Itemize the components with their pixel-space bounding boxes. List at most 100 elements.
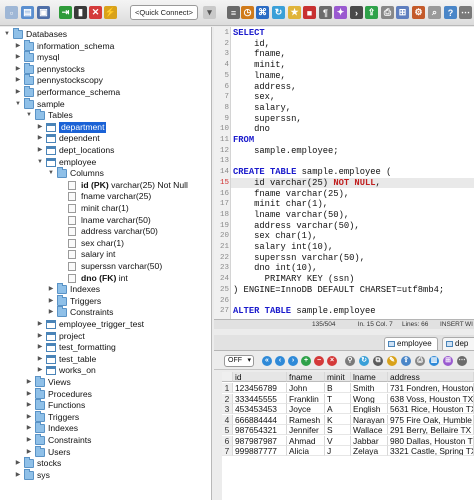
tree-item[interactable]: ▶ works_on (0, 365, 211, 376)
collapsed-arrow-icon[interactable]: ▶ (25, 448, 33, 456)
collapsed-arrow-icon[interactable]: ▶ (14, 76, 22, 84)
dropdown-arrow-icon[interactable]: ▾ (203, 6, 216, 19)
collapsed-arrow-icon[interactable]: ▶ (36, 332, 44, 340)
export-grid-icon[interactable]: ⇪ (401, 356, 411, 366)
grid-cell[interactable]: 123456789 (233, 383, 287, 393)
tree-item[interactable]: lname varchar(50) (0, 215, 211, 226)
connect-icon[interactable]: ⇥ (59, 6, 72, 19)
tree-item[interactable]: ▼ employee (0, 157, 211, 168)
collapsed-arrow-icon[interactable]: ▶ (14, 42, 22, 50)
sql-editor[interactable]: 1 2 3 4 5 6 7 8 9 10 11 12 13 14 15 16 17 18 19 20 21 22 23 24 2… (214, 27, 474, 319)
tree-item[interactable]: ▼ Databases (0, 28, 211, 40)
tab-employee[interactable]: employee (384, 337, 438, 350)
code-line[interactable]: salary int(10), (233, 242, 333, 253)
code-line[interactable]: address varchar(50), (233, 221, 360, 232)
collapsed-arrow-icon[interactable]: ▶ (25, 424, 33, 432)
column-header[interactable]: address (388, 372, 474, 382)
tree-item[interactable]: ▼ Tables (0, 109, 211, 121)
refresh-icon[interactable]: ↻ (272, 6, 285, 19)
tree-item[interactable]: ▼ sample (0, 97, 211, 110)
code-line[interactable]: fname, (233, 49, 286, 60)
expanded-arrow-icon[interactable]: ▼ (14, 100, 22, 108)
collapsed-arrow-icon[interactable]: ▶ (47, 285, 55, 293)
code-line[interactable]: salary, (233, 103, 291, 114)
expanded-arrow-icon[interactable]: ▼ (3, 30, 11, 38)
collapsed-arrow-icon[interactable]: ▶ (14, 53, 22, 61)
grid-cell[interactable]: 666884444 (233, 414, 287, 425)
code-line[interactable]: superssn varchar(50), (233, 253, 365, 264)
tree-item[interactable]: ▶ Constraints (0, 306, 211, 318)
grid-cell[interactable]: S (325, 425, 351, 435)
column-header[interactable]: fname (287, 372, 325, 382)
tree-item[interactable]: ▶ Triggers (0, 410, 211, 423)
grid-cell[interactable]: 987654321 (233, 425, 287, 435)
grid-cell[interactable]: Narayan (351, 414, 388, 425)
results-grid[interactable]: id fname minit lname address 1 123456789 John B S… (222, 372, 474, 500)
grid-cell[interactable]: Jabbar (351, 435, 388, 446)
grid-corner[interactable] (222, 372, 233, 382)
code-line[interactable]: address, (233, 82, 296, 93)
code-line[interactable]: sex, (233, 92, 275, 103)
collapsed-arrow-icon[interactable]: ▶ (25, 436, 33, 444)
tree-item[interactable]: ▶ Constraints (0, 434, 211, 446)
collapsed-arrow-icon[interactable]: ▶ (36, 123, 44, 131)
collapsed-arrow-icon[interactable]: ▶ (47, 308, 55, 316)
code-line[interactable]: PRIMARY KEY (ssn) (233, 274, 355, 285)
tree-item[interactable]: salary int (0, 249, 211, 260)
code-line[interactable]: fname varchar(25), (233, 189, 349, 200)
tab-dep[interactable]: dep (442, 337, 474, 350)
collapsed-arrow-icon[interactable]: ▶ (14, 471, 22, 479)
column-header[interactable]: lname (351, 372, 388, 382)
tree-item[interactable]: id (PK) varchar(25) Not Null (0, 180, 211, 191)
tree-item[interactable]: ▶ department (0, 121, 211, 133)
collapsed-arrow-icon[interactable]: ▶ (25, 390, 33, 398)
execute-icon[interactable]: ⚡ (104, 6, 117, 19)
code-line[interactable]: ALTER TABLE sample.employee (233, 306, 376, 317)
tree-item[interactable]: ▶ Indexes (0, 422, 211, 434)
copy-icon[interactable]: ⧉ (373, 356, 383, 366)
grid-cell[interactable]: T (325, 393, 351, 404)
collapsed-arrow-icon[interactable]: ▶ (47, 297, 55, 305)
grid-cell[interactable]: Joyce (287, 404, 325, 414)
format-select[interactable]: OFF ▾ (224, 355, 254, 367)
bookmark-icon[interactable]: ★ (288, 6, 301, 19)
more-icon[interactable]: ⋯ (457, 356, 467, 366)
pivot-icon[interactable]: ⊞ (443, 356, 453, 366)
grid-cell[interactable]: 453453453 (233, 404, 287, 414)
collapsed-arrow-icon[interactable]: ▶ (14, 65, 22, 73)
new-file-icon[interactable]: ▫ (5, 6, 18, 19)
grid-cell[interactable]: 987987987 (233, 435, 287, 446)
tree-item[interactable]: ▶ Functions (0, 399, 211, 411)
print-icon[interactable]: ⎙ (381, 6, 394, 19)
grid-cell[interactable]: K (325, 414, 351, 425)
first-page-icon[interactable]: « (262, 356, 272, 366)
tree-item[interactable]: address varchar(50) (0, 226, 211, 237)
grid-cell[interactable]: Franklin (287, 393, 325, 404)
collapsed-arrow-icon[interactable]: ▶ (36, 366, 44, 374)
query-builder-icon[interactable]: ⌘ (256, 6, 269, 19)
edit-icon[interactable]: ✎ (387, 356, 397, 366)
tree-item[interactable]: ▶ Views (0, 376, 211, 388)
tree-item[interactable]: superssn varchar(50) (0, 261, 211, 272)
code-line[interactable]: lname varchar(50), (233, 210, 349, 221)
code-line[interactable]: minit, (233, 60, 286, 71)
grid-cell[interactable]: English (351, 404, 388, 414)
tree-item[interactable]: ▶ Users (0, 445, 211, 458)
code-line[interactable]: dno (233, 124, 270, 135)
code-line[interactable]: SELECT (233, 28, 265, 39)
search-icon[interactable]: ⌕ (428, 6, 441, 19)
code-line[interactable]: minit char(1), (233, 199, 328, 210)
grid-cell[interactable]: Zelaya (351, 446, 388, 456)
stop-icon[interactable]: ■ (303, 6, 316, 19)
code-line[interactable]: superssn, (233, 114, 302, 125)
explain-icon[interactable]: ✦ (334, 6, 347, 19)
terminal-icon[interactable]: › (350, 6, 363, 19)
expanded-arrow-icon[interactable]: ▼ (36, 158, 44, 166)
format-icon[interactable]: ¶ (319, 6, 332, 19)
settings-icon[interactable]: ⋯ (459, 6, 472, 19)
export-icon[interactable]: ⇪ (365, 6, 378, 19)
database-tree[interactable]: ▼ Databases ▶ information_schema ▶ mysql ▶ penn… (0, 27, 212, 500)
code-line[interactable]: id, (233, 39, 270, 50)
tree-item[interactable]: fname varchar(25) (0, 191, 211, 202)
grid-cell[interactable]: Ramesh (287, 414, 325, 425)
